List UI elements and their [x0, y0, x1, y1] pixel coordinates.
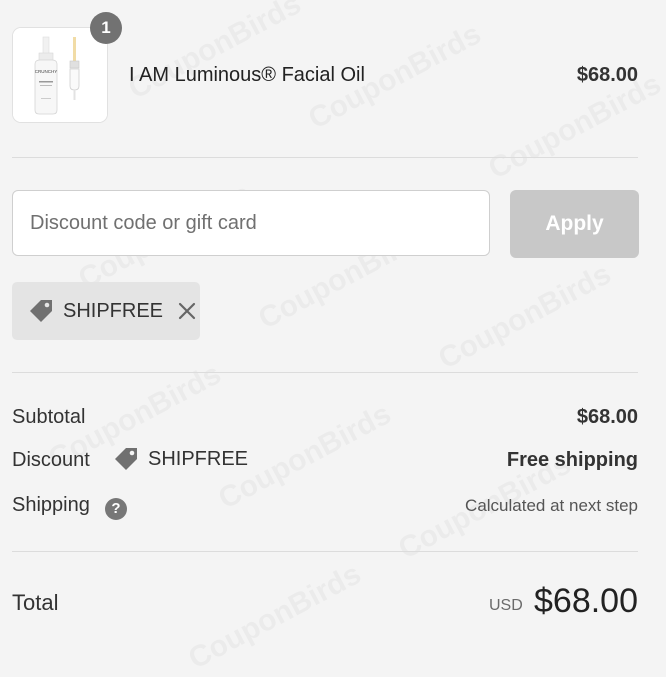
currency-code: USD	[489, 597, 523, 614]
applied-discount-code: SHIPFREE	[63, 299, 164, 322]
product-thumbnail: CRUNCHY	[12, 27, 108, 123]
divider	[12, 157, 638, 158]
divider	[12, 372, 638, 373]
cart-line-item: CRUNCHY 1 I AM Luminous® Facial Oil $68.…	[12, 12, 638, 123]
applied-discount-tag: SHIPFREE	[12, 282, 200, 340]
discount-row: Discount SHIPFREE Free shipping	[12, 448, 638, 479]
remove-discount-close-icon[interactable]	[177, 301, 197, 321]
discount-code-text: SHIPFREE	[148, 447, 249, 470]
tag-icon	[30, 300, 52, 322]
watermark: CouponBirds	[433, 257, 617, 376]
subtotal-value: $68.00	[576, 406, 638, 428]
subtotal-row: Subtotal $68.00	[12, 406, 638, 436]
shipping-value: Calculated at next step	[465, 496, 638, 515]
quantity-badge: 1	[90, 12, 122, 44]
facial-oil-bottle-image: CRUNCHY	[13, 28, 107, 122]
discount-value: Free shipping	[506, 449, 638, 471]
discount-label: Discount	[12, 449, 90, 471]
shipping-help-icon[interactable]: ?	[105, 498, 127, 520]
svg-text:CRUNCHY: CRUNCHY	[35, 69, 58, 74]
apply-discount-button[interactable]: Apply	[510, 190, 639, 258]
total-label: Total	[12, 590, 59, 615]
shipping-label: Shipping	[12, 494, 90, 516]
watermark: CouponBirds	[183, 557, 367, 676]
product-price: $68.00	[576, 64, 638, 86]
subtotal-label: Subtotal	[12, 406, 86, 428]
shipping-row: Shipping ? Calculated at next step	[12, 494, 638, 524]
discount-code-inline: SHIPFREE	[112, 445, 248, 473]
tag-icon	[115, 448, 137, 470]
divider	[12, 551, 638, 552]
product-name: I AM Luminous® Facial Oil	[129, 64, 365, 86]
total-amount: $68.00	[534, 582, 638, 620]
discount-code-input[interactable]	[12, 190, 490, 256]
